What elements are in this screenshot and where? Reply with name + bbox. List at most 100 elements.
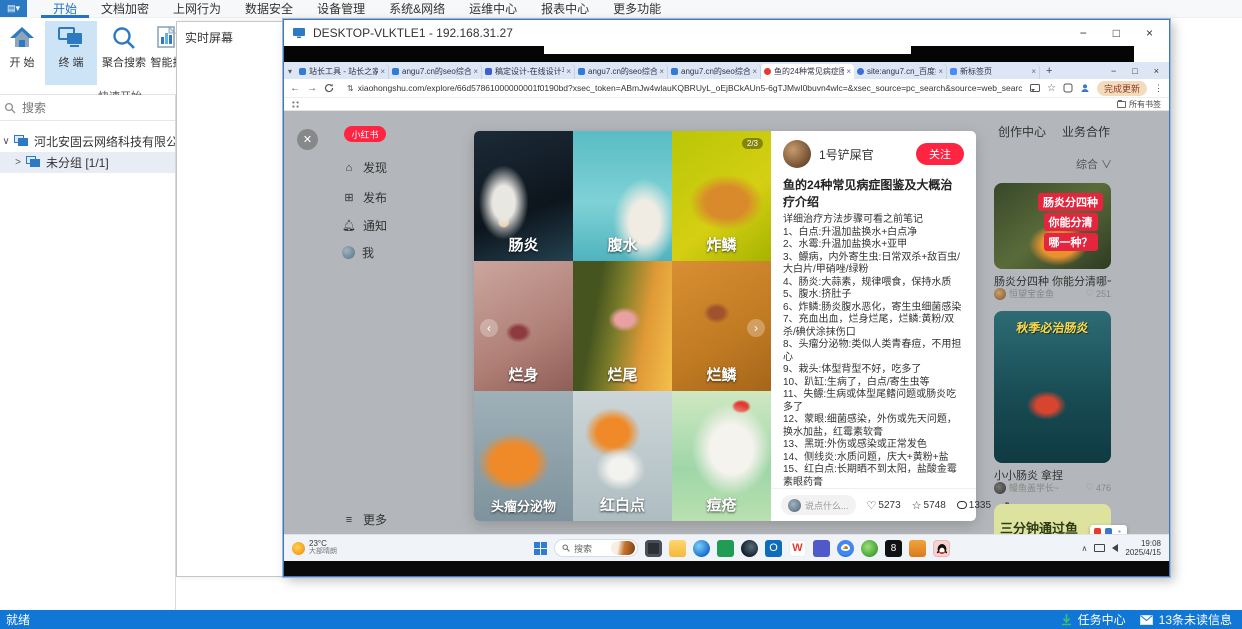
mail-icon[interactable] [1140,615,1153,625]
unread-messages-link[interactable]: 13条未读信息 [1159,611,1232,628]
card-like-button[interactable]: ♡251 [1086,288,1111,299]
edge-icon[interactable] [693,540,710,557]
nav-more[interactable]: ≡更多 [342,511,387,528]
avatar[interactable] [994,482,1006,494]
green-app-icon[interactable] [861,540,878,557]
nav-publish[interactable]: ⊞发布 [342,189,387,206]
sort-select[interactable]: 综合 ∨ [1076,156,1112,172]
browser-tab[interactable]: 稿定设计-在线设计平台× [482,64,575,79]
nav-discover[interactable]: ⌂发现 [342,159,387,176]
task-view-icon[interactable] [645,540,662,557]
tray-chevron-icon[interactable]: ∧ [1082,544,1088,553]
card-author[interactable]: 恒望宝金鱼 [1009,287,1054,300]
menu-item-web-behavior[interactable]: 上网行为 [161,0,233,18]
creator-center-link[interactable]: 创作中心 [998,123,1046,140]
browser-tab[interactable]: 站长工具 - 站长之家× [296,64,389,79]
browser-tab[interactable]: angu7.cn的seo综合查询× [389,64,482,79]
xiaohongshu-logo[interactable]: 小红书 [344,126,386,142]
site-info-icon[interactable]: ⇅ [347,84,354,93]
follow-button[interactable]: 关注 [916,143,964,165]
tab-close-icon[interactable]: × [846,67,851,76]
tab-close-icon[interactable]: × [380,67,385,76]
url-field[interactable]: xiaohongshu.com/explore/66d5786100000000… [358,83,1022,93]
recommend-card-image[interactable]: 肠炎分四种 你能分清 哪一种？ [994,183,1111,269]
menu-item-ops-center[interactable]: 运维中心 [457,0,529,18]
comment-input[interactable]: 说点什么... [781,495,856,515]
comment-button[interactable]: 1335 [957,500,991,511]
ribbon-terminal-button[interactable]: 终 端 [45,21,97,85]
ribbon-search-button[interactable]: 聚合搜索 [100,21,148,85]
download-icon[interactable] [1061,614,1072,626]
tree-node-company[interactable]: ∨ 河北安固云网络科技有限公司 [1/1] [0,131,175,152]
close-button[interactable]: × [1146,26,1153,40]
browser-menu-icon[interactable]: ⋮ [1154,83,1163,94]
realtime-screen-label[interactable]: 实时屏幕 [177,22,282,53]
new-tab-button[interactable]: + [1040,65,1060,79]
sidebar-search[interactable] [0,95,175,121]
avatar[interactable] [994,288,1006,300]
tree-node-ungrouped[interactable]: > 未分组 [1/1] [0,152,175,173]
orange-app-icon[interactable] [909,540,926,557]
menu-item-report-center[interactable]: 报表中心 [529,0,601,18]
refresh-icon[interactable] [324,83,334,93]
modal-close-icon[interactable]: ✕ [297,129,318,150]
network-icon[interactable] [1094,544,1105,552]
browser-tab[interactable]: angu7.cn的seo综合查询× [575,64,668,79]
collapse-icon[interactable]: ∨ [0,136,12,147]
browser-tab[interactable]: site:angu7.cn_百度搜索× [854,64,947,79]
gallery-next-icon[interactable]: › [747,319,765,337]
minimize-button[interactable]: − [1080,26,1087,40]
note-body[interactable]: 鱼的24种常见病症图鉴及大概治疗介绍 详细治疗方法步骤可看之前笔记 1、白点:升… [771,172,976,488]
teams-icon[interactable] [813,540,830,557]
ribbon-start-button[interactable]: 开 始 [2,21,42,85]
collect-button[interactable]: ☆5748 [912,499,946,512]
menu-item-start[interactable]: 开始 [41,0,89,18]
extensions-icon[interactable] [1063,83,1073,93]
menu-item-data-security[interactable]: 数据安全 [233,0,305,18]
tab-close-icon[interactable]: × [473,67,478,76]
start-button[interactable] [534,542,547,555]
menu-item-device-mgmt[interactable]: 设备管理 [305,0,377,18]
browser-close-button[interactable]: × [1154,66,1159,76]
task-center-link[interactable]: 任务中心 [1078,611,1126,628]
tab-close-icon[interactable]: × [566,67,571,76]
all-bookmarks-button[interactable]: 所有书签 [1117,99,1161,110]
menu-item-sys-network[interactable]: 系统&网络 [377,0,457,18]
bookmark-star-icon[interactable]: ☆ [1047,83,1056,94]
note-image-gallery[interactable]: 肠炎 腹水 炸鳞 烂身 烂尾 烂鳞 头瘤分泌物 红白点 痘疮 2/3 [474,131,771,521]
qq-icon[interactable] [933,540,950,557]
spiral-app-icon[interactable] [741,540,758,557]
search-input[interactable] [20,100,160,116]
tab-close-icon[interactable]: × [752,67,757,76]
realtime-screen-panel[interactable]: 实时屏幕 [176,21,283,577]
apps-grid-icon[interactable] [292,101,299,108]
black-app-icon[interactable]: 8 [885,540,902,557]
back-icon[interactable]: ← [290,83,300,94]
gallery-prev-icon[interactable]: ‹ [480,319,498,337]
browser-tab[interactable]: angu7.cn的seo综合查询× [668,64,761,79]
remote-window-titlebar[interactable]: DESKTOP-VLKTLE1 - 192.168.31.27 − □ × [284,20,1169,46]
weather-widget[interactable]: 23°C 大部晴朗 [284,540,337,556]
taskbar-clock[interactable]: 19:08 2025/4/15 [1125,539,1161,557]
browser-restore-button[interactable]: □ [1132,66,1137,76]
cast-icon[interactable] [1030,83,1040,93]
nav-notifications[interactable]: 🔔︎通知 [342,217,387,234]
forward-icon[interactable]: → [307,83,317,94]
taskbar-search[interactable]: 搜索 [554,539,638,557]
chrome-icon[interactable] [837,540,854,557]
maximize-button[interactable]: □ [1113,26,1120,40]
tab-close-icon[interactable]: × [1031,67,1036,76]
browser-tab-active[interactable]: 鱼的24种常见病症图鉴）× [761,64,854,79]
menu-item-doc-encrypt[interactable]: 文档加密 [89,0,161,18]
menu-item-more[interactable]: 更多功能 [601,0,673,18]
outlook-icon[interactable]: O [765,540,782,557]
file-explorer-icon[interactable] [669,540,686,557]
recommend-card-image[interactable]: 秋季必治肠炎 [994,311,1111,463]
expand-icon[interactable]: > [12,157,24,168]
wps-icon[interactable]: W [789,540,806,557]
floating-widget[interactable] [1090,525,1127,534]
tab-search-chevron-icon[interactable]: ▾ [286,67,296,79]
profile-icon[interactable] [1080,83,1090,93]
card-like-button[interactable]: ♡476 [1086,482,1111,493]
business-coop-link[interactable]: 业务合作 [1062,123,1110,140]
